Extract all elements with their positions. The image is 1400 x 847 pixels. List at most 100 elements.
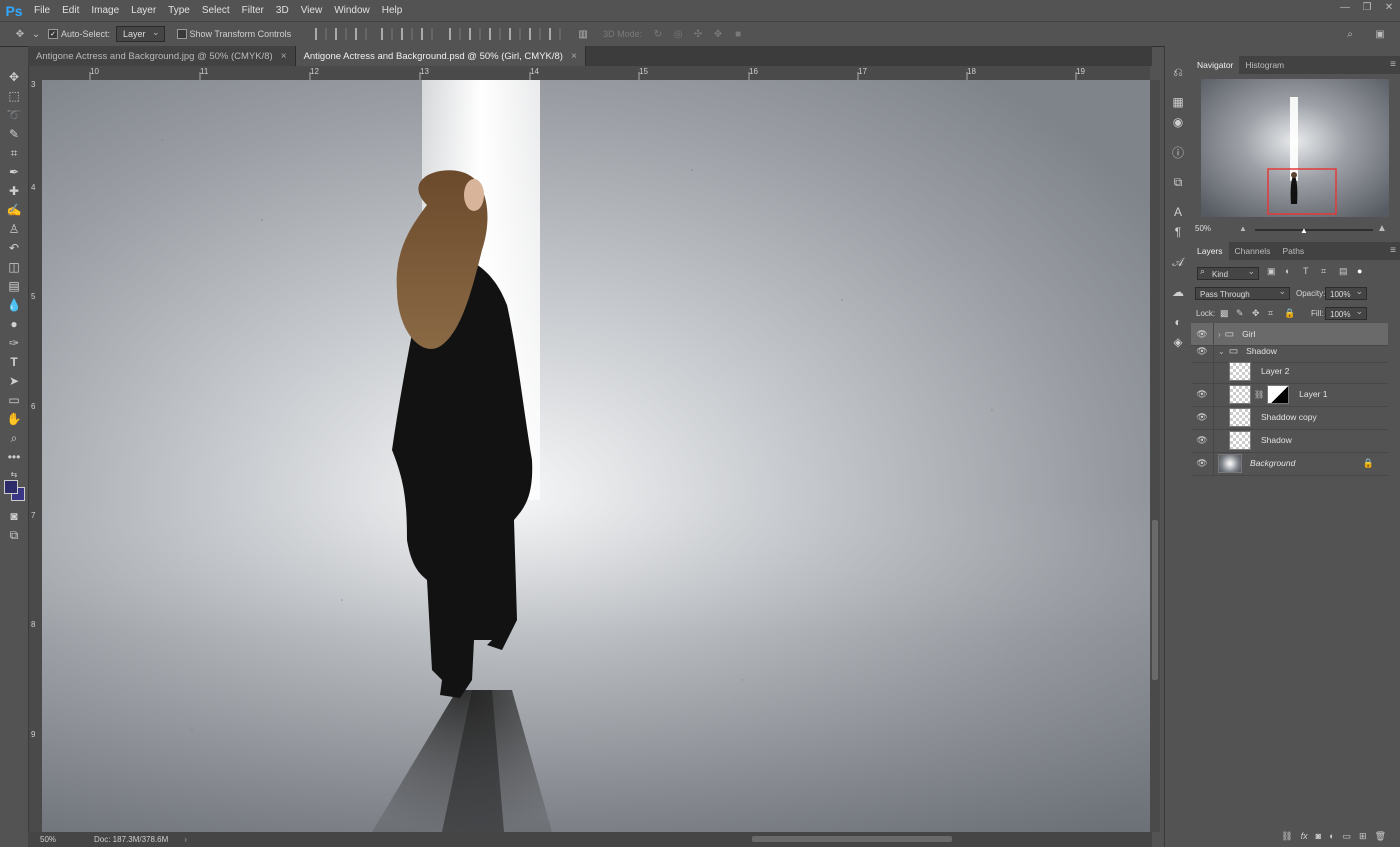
auto-select-checkbox[interactable]: ✓ [48, 29, 58, 39]
layer-filter-kind[interactable]: Kind [1197, 265, 1259, 280]
blur-tool-icon[interactable]: 💧 [6, 297, 22, 313]
filter-toggle-icon[interactable]: ● [1357, 266, 1362, 276]
more-tools-icon[interactable]: ••• [6, 449, 22, 465]
pen-tool-icon[interactable]: ✑ [6, 335, 22, 351]
align-horizontal-center-icon[interactable] [401, 28, 414, 40]
screen-mode-icon[interactable]: ⧉ [6, 527, 22, 543]
distribute-left-icon[interactable] [509, 28, 522, 40]
distribute-bottom-icon[interactable] [489, 28, 502, 40]
fx-icon[interactable]: fx [1301, 831, 1308, 841]
new-layer-icon[interactable]: ⊞ [1359, 831, 1367, 842]
3d-slide-icon[interactable]: ✥ [710, 26, 726, 42]
color-panel-icon[interactable]: ◉ [1170, 114, 1186, 130]
distribute-right-icon[interactable] [549, 28, 562, 40]
gradient-tool-icon[interactable]: ▤ [6, 278, 22, 294]
horizontal-scroll-thumb[interactable] [751, 836, 952, 842]
tab-layers[interactable]: Layers [1191, 242, 1229, 260]
horizontal-scrollbar[interactable] [187, 832, 1152, 847]
history-brush-tool-icon[interactable]: ↶ [6, 240, 22, 256]
lock-image-icon[interactable]: ✎ [1236, 308, 1244, 319]
align-right-icon[interactable] [421, 28, 434, 40]
tab-paths[interactable]: Paths [1276, 242, 1310, 260]
foreground-color-swatch[interactable] [4, 480, 18, 494]
menu-window[interactable]: Window [328, 0, 376, 21]
menu-edit[interactable]: Edit [56, 0, 85, 21]
zoom-level[interactable]: 50% [40, 835, 80, 844]
menu-3d[interactable]: 3D [270, 0, 295, 21]
lock-artboard-icon[interactable]: ⌗ [1268, 308, 1273, 319]
horizontal-ruler[interactable]: 10 11 12 13 14 15 16 17 18 19 [42, 66, 1150, 81]
align-top-icon[interactable] [315, 28, 328, 40]
character-panel-icon[interactable]: A [1170, 204, 1186, 220]
hand-tool-icon[interactable]: ✋ [6, 411, 22, 427]
healing-brush-tool-icon[interactable]: ✚ [6, 183, 22, 199]
filter-smart-object-icon[interactable]: ▤ [1339, 266, 1348, 277]
zoom-tool-icon[interactable]: ⌕ [6, 430, 22, 446]
clone-stamp-tool-icon[interactable]: ♙ [6, 221, 22, 237]
zoom-out-icon[interactable]: ▲ [1239, 224, 1247, 233]
filter-type-icon[interactable]: T [1303, 266, 1309, 276]
layer-row-shadow[interactable]: 👁 Shadow [1191, 428, 1388, 453]
tab-histogram[interactable]: Histogram [1239, 56, 1290, 74]
tab-channels[interactable]: Channels [1229, 242, 1277, 260]
layer-row-shaddow-copy[interactable]: 👁 Shaddow copy [1191, 405, 1388, 430]
distribute-hcenter-icon[interactable] [529, 28, 542, 40]
visibility-eye-icon[interactable]: 👁 [1191, 405, 1214, 429]
show-transform-checkbox[interactable] [176, 29, 187, 39]
3d-rotate-icon[interactable]: ↻ [650, 26, 666, 42]
navigator-zoom-slider[interactable] [1255, 229, 1373, 231]
move-tool-icon[interactable]: ✥ [12, 26, 28, 42]
auto-select-target-dropdown[interactable]: Layer [116, 25, 165, 42]
move-tool-icon[interactable]: ✥ [6, 69, 22, 85]
vertical-scrollbar[interactable] [1150, 80, 1160, 832]
menu-file[interactable]: File [28, 0, 56, 21]
mask-link-icon[interactable]: ⛓ [1254, 390, 1264, 399]
dodge-tool-icon[interactable]: ● [6, 316, 22, 332]
glyphs-panel-icon[interactable]: 𝒜 [1170, 254, 1186, 270]
layer-row-layer-2[interactable]: Layer 2 [1191, 359, 1388, 384]
collapse-arrow-icon[interactable]: ⌄ [1218, 347, 1225, 356]
3d-camera-icon[interactable]: ■ [730, 26, 746, 42]
search-icon[interactable]: ⌕ [1342, 26, 1358, 42]
ruler-origin[interactable] [28, 66, 43, 81]
filter-shape-icon[interactable]: ⌗ [1321, 266, 1326, 277]
lock-transparency-icon[interactable]: ▩ [1220, 308, 1229, 319]
tab-navigator[interactable]: Navigator [1191, 56, 1240, 74]
new-group-icon[interactable]: ▭ [1343, 831, 1352, 842]
menu-filter[interactable]: Filter [236, 0, 270, 21]
lock-all-icon[interactable]: 🔒 [1284, 308, 1295, 319]
align-left-icon[interactable] [381, 28, 394, 40]
menu-help[interactable]: Help [376, 0, 409, 21]
menu-image[interactable]: Image [85, 0, 125, 21]
vertical-scroll-thumb[interactable] [1152, 520, 1158, 680]
navigator-preview[interactable] [1201, 79, 1389, 217]
menu-type[interactable]: Type [162, 0, 196, 21]
blend-mode-dropdown[interactable]: Pass Through [1195, 285, 1290, 300]
marquee-tool-icon[interactable]: ⬚ [6, 88, 22, 104]
restore-button[interactable]: ❐ [1356, 0, 1378, 16]
quick-mask-icon[interactable]: ◙ [6, 508, 22, 524]
close-button[interactable]: ✕ [1378, 0, 1400, 16]
navigator-zoom-value[interactable]: 50% [1195, 224, 1211, 233]
trash-icon[interactable]: 🗑 [1375, 831, 1386, 842]
info-panel-icon[interactable]: ⓘ [1170, 144, 1186, 160]
properties-panel-icon[interactable]: ⧉ [1170, 174, 1186, 190]
brush-tool-icon[interactable]: ✍ [6, 202, 22, 218]
libraries-panel-icon[interactable]: ☁ [1170, 284, 1186, 300]
tool-preset-chevron-icon[interactable]: ⌄ [32, 26, 40, 42]
layer-row-background[interactable]: 👁 Background 🔒 [1191, 451, 1388, 476]
distribute-vcenter-icon[interactable] [469, 28, 482, 40]
eraser-tool-icon[interactable]: ◫ [6, 259, 22, 275]
fill-input[interactable]: 100% [1325, 305, 1367, 320]
expand-arrow-icon[interactable]: › [1218, 330, 1221, 339]
filter-adjustment-icon[interactable]: ◐ [1285, 266, 1290, 276]
auto-align-icon[interactable]: ▥ [575, 26, 591, 42]
close-icon[interactable]: × [571, 51, 577, 62]
quick-select-tool-icon[interactable]: ✎ [6, 126, 22, 142]
panel-menu-icon[interactable]: ≡ [1390, 242, 1396, 260]
tab-jpg-document[interactable]: Antigone Actress and Background.jpg @ 50… [28, 46, 296, 66]
3d-roll-icon[interactable]: ◎ [670, 26, 686, 42]
visibility-eye-icon[interactable]: 👁 [1191, 451, 1214, 475]
type-tool-icon[interactable]: T [6, 354, 22, 370]
vertical-ruler[interactable]: 3 4 5 6 7 8 9 [28, 80, 43, 832]
